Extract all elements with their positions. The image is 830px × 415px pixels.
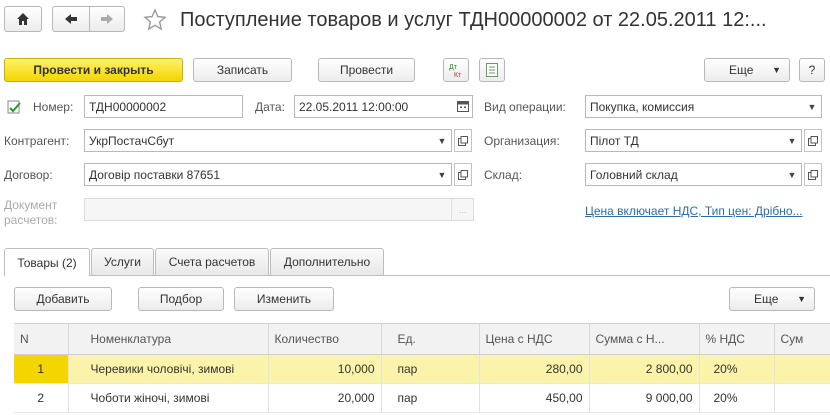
help-button[interactable]: ?: [799, 58, 825, 82]
column-header-vat-sum[interactable]: Сум: [774, 323, 830, 355]
post-and-close-button[interactable]: Провести и закрыть: [4, 58, 183, 82]
counterparty-open-button[interactable]: [454, 129, 472, 152]
tab-settlement-accounts[interactable]: Счета расчетов: [155, 248, 269, 275]
open-link-icon: [458, 135, 468, 146]
window-title: Поступление товаров и услуг ТДН00000002 …: [180, 9, 767, 31]
arrow-left-icon: [65, 14, 77, 24]
select-items-button[interactable]: Подбор: [138, 287, 224, 311]
operation-label: Вид операции:: [484, 100, 566, 114]
cell-vat-rate[interactable]: 20%: [699, 383, 775, 413]
date-label: Дата:: [255, 100, 285, 114]
home-icon: [17, 13, 29, 25]
favorite-star-icon[interactable]: [143, 8, 167, 35]
dt-kt-report-button[interactable]: Дт Кт: [443, 58, 469, 82]
save-button[interactable]: Записать: [193, 58, 292, 82]
cell-nomenclature[interactable]: Чоботи жіночі, зимові: [68, 383, 269, 413]
cell-vat-rate[interactable]: 20%: [699, 354, 775, 384]
cell-unit[interactable]: пар: [381, 383, 480, 413]
column-header-unit[interactable]: Ед.: [381, 323, 480, 355]
warehouse-open-button[interactable]: [804, 163, 822, 186]
operation-select[interactable]: Покупка, комиссия ▼: [585, 95, 822, 118]
column-header-vat-rate[interactable]: % НДС: [699, 323, 775, 355]
contract-label: Договор:: [4, 168, 53, 182]
more-menu-button[interactable]: Еще ▼: [704, 58, 790, 82]
settlement-doc-label-line2: расчетов:: [4, 213, 58, 227]
table-row[interactable]: 1 Черевики чоловічі, зимові 10,000 пар 2…: [14, 354, 830, 384]
column-header-sum[interactable]: Сумма с Н...: [589, 323, 700, 355]
calendar-icon[interactable]: [454, 96, 472, 117]
date-field[interactable]: 22.05.2011 12:00:00: [294, 95, 473, 118]
cell-quantity[interactable]: 10,000: [268, 354, 382, 384]
warehouse-field[interactable]: Головний склад ▼: [585, 163, 802, 186]
cell-price[interactable]: 280,00: [479, 354, 590, 384]
number-label: Номер:: [33, 100, 74, 114]
svg-text:Дт: Дт: [449, 64, 458, 71]
contract-open-button[interactable]: [454, 163, 472, 186]
cell-price[interactable]: 450,00: [479, 383, 590, 413]
tab-services[interactable]: Услуги: [91, 248, 154, 275]
cell-sum[interactable]: 2 800,00: [589, 354, 700, 384]
change-rows-button[interactable]: Изменить: [234, 287, 334, 311]
dropdown-arrow-icon[interactable]: ▼: [803, 96, 821, 117]
counterparty-field[interactable]: УкрПостачСбут ▼: [84, 129, 452, 152]
tab-goods[interactable]: Товары (2): [4, 248, 90, 276]
goods-table: N Номенклатура Количество Ед. Цена с НДС…: [14, 323, 830, 413]
column-header-price[interactable]: Цена с НДС: [479, 323, 590, 355]
table-more-label: Еще: [754, 292, 779, 306]
add-row-button[interactable]: Добавить: [14, 287, 112, 311]
dropdown-arrow-icon[interactable]: ▼: [433, 164, 451, 185]
document-list-icon: [486, 63, 498, 77]
counterparty-label: Контрагент:: [4, 134, 70, 148]
table-row[interactable]: 2 Чоботи жіночі, зимові 20,000 пар 450,0…: [14, 383, 830, 413]
dropdown-arrow-icon: ▼: [772, 65, 781, 75]
more-label: Еще: [729, 63, 754, 77]
document-status-icon: [6, 99, 22, 118]
tab-panel-border: [4, 275, 830, 276]
svg-text:Кт: Кт: [454, 72, 462, 79]
cell-unit[interactable]: пар: [381, 354, 480, 384]
cell-vat-sum[interactable]: [774, 383, 830, 413]
organization-open-button[interactable]: [804, 129, 822, 152]
open-link-icon: [458, 169, 468, 180]
tab-additional[interactable]: Дополнительно: [270, 248, 384, 275]
column-header-quantity[interactable]: Количество: [268, 323, 382, 355]
dt-kt-icon: Дт Кт: [449, 64, 462, 79]
row-number: 2: [14, 383, 69, 413]
forward-button[interactable]: [89, 6, 125, 32]
cell-quantity[interactable]: 20,000: [268, 383, 382, 413]
open-link-icon: [808, 135, 818, 146]
cell-sum[interactable]: 9 000,00: [589, 383, 700, 413]
back-button[interactable]: [52, 6, 90, 32]
open-link-icon: [808, 169, 818, 180]
contract-field[interactable]: Договір поставки 87651 ▼: [84, 163, 452, 186]
dropdown-arrow-icon[interactable]: ▼: [783, 164, 801, 185]
column-header-n[interactable]: N: [14, 323, 69, 355]
post-button[interactable]: Провести: [318, 58, 415, 82]
organization-field[interactable]: Пілот ТД ▼: [585, 129, 802, 152]
table-header-row: N Номенклатура Количество Ед. Цена с НДС…: [14, 323, 830, 355]
organization-label: Организация:: [484, 134, 560, 148]
dropdown-arrow-icon: ▼: [797, 294, 806, 304]
select-dots-button: ...: [451, 199, 473, 220]
column-header-nomenclature[interactable]: Номенклатура: [68, 323, 269, 355]
settlement-doc-field: ...: [84, 198, 474, 221]
print-report-button[interactable]: [479, 58, 505, 82]
row-number: 1: [14, 354, 69, 384]
dropdown-arrow-icon[interactable]: ▼: [433, 130, 451, 151]
dropdown-arrow-icon[interactable]: ▼: [783, 130, 801, 151]
table-more-menu-button[interactable]: Еще ▼: [729, 287, 815, 311]
cell-nomenclature[interactable]: Черевики чоловічі, зимові: [68, 354, 269, 384]
arrow-right-icon: [101, 14, 113, 24]
cell-vat-sum[interactable]: [774, 354, 830, 384]
price-settings-link[interactable]: Цена включает НДС, Тип цен: Дрібно...: [585, 204, 803, 218]
settlement-doc-label-line1: Документ: [4, 198, 58, 212]
warehouse-label: Склад:: [484, 168, 523, 182]
number-field[interactable]: ТДН00000002: [84, 95, 243, 118]
home-button[interactable]: [4, 6, 42, 32]
